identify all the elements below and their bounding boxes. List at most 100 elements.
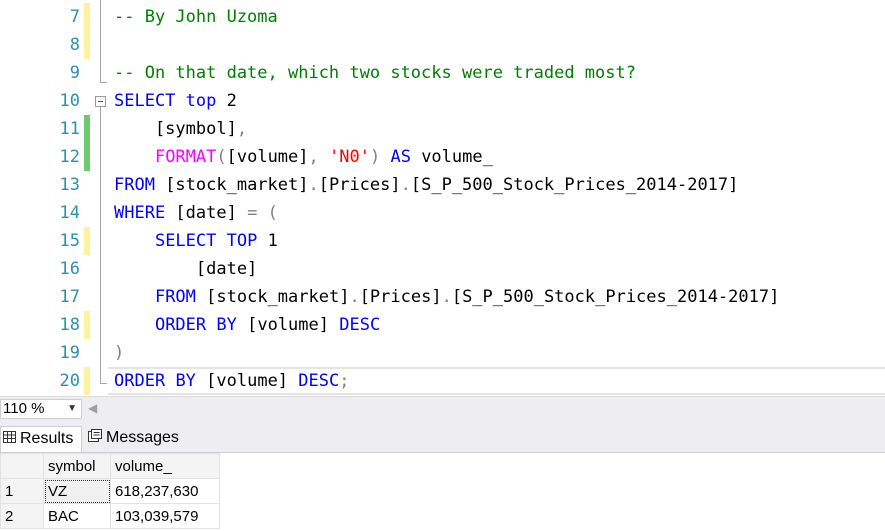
change-marker xyxy=(84,3,90,31)
query-editor[interactable]: 7 8 9 10 11 12 13 14 15 16 17 18 19 20 -- By John Uzo… xyxy=(0,0,885,396)
line-number: 14 xyxy=(59,203,80,223)
code-token: . xyxy=(308,175,319,195)
code-token: TOP xyxy=(226,231,258,251)
table-row: 1 VZ 618,237,630 xyxy=(0,478,220,504)
code-token: FORMAT xyxy=(154,147,217,167)
line-number: 9 xyxy=(69,63,80,83)
code-token: ORDER xyxy=(154,315,207,335)
code-token: DESC xyxy=(298,371,340,391)
collapse-icon[interactable] xyxy=(95,96,106,107)
code-token: SELECT xyxy=(114,91,176,111)
fold-guide-end xyxy=(100,383,107,384)
code-line[interactable]: ) xyxy=(114,339,124,367)
change-marker xyxy=(84,367,90,395)
corner-cell[interactable] xyxy=(0,453,44,479)
change-marker xyxy=(84,115,90,143)
zoom-dropdown[interactable]: 110 % ▼ xyxy=(0,399,82,419)
code-token: [date] xyxy=(114,259,258,279)
code-token: [stock_market] xyxy=(154,175,309,195)
code-token: ORDER xyxy=(114,371,166,391)
fold-guide-top xyxy=(100,0,101,82)
editor-status-strip: 110 % ▼ ◀ xyxy=(0,396,885,422)
cell-symbol[interactable]: VZ xyxy=(43,478,111,504)
code-token: [Prices] xyxy=(359,287,442,307)
code-token: 1 xyxy=(257,231,278,251)
code-token: -- On that date, which two stocks were t… xyxy=(114,63,636,83)
code-token: . xyxy=(400,175,411,195)
code-token: ; xyxy=(339,371,350,391)
code-line[interactable]: SELECT top 2 xyxy=(114,87,237,115)
code-token: , xyxy=(308,147,319,167)
code-token: WHERE xyxy=(114,203,166,223)
code-token: FROM xyxy=(154,287,196,307)
cell-volume[interactable]: 618,237,630 xyxy=(110,478,220,504)
code-token: ( xyxy=(267,203,278,223)
column-header-symbol[interactable]: symbol xyxy=(43,453,111,479)
code-token: ) xyxy=(114,343,125,363)
line-number: 11 xyxy=(59,119,80,139)
table-row: 2 BAC 103,039,579 xyxy=(0,503,220,529)
line-number: 10 xyxy=(59,91,80,111)
results-grid[interactable]: symbol volume_ 1 VZ 618,237,630 2 BAC 10… xyxy=(0,453,885,531)
line-number: 18 xyxy=(59,315,80,335)
chevron-down-icon[interactable]: ▼ xyxy=(67,400,77,418)
code-token: [volume] xyxy=(195,371,299,391)
code-line[interactable]: [date] xyxy=(114,255,257,283)
results-table: symbol volume_ 1 VZ 618,237,630 2 BAC 10… xyxy=(0,453,220,529)
code-token: ) xyxy=(369,147,381,167)
change-marker xyxy=(84,227,90,255)
line-number: 7 xyxy=(69,7,80,27)
code-token: FROM xyxy=(114,175,155,195)
code-token: . xyxy=(349,287,360,307)
code-line[interactable]: SELECT TOP 1 xyxy=(114,227,278,255)
code-token: BY xyxy=(175,371,196,391)
code-line[interactable]: FROM [stock_market].[Prices].[S_P_500_St… xyxy=(114,283,779,311)
fold-guide-top-end xyxy=(100,82,107,83)
tab-messages-label: Messages xyxy=(106,429,179,447)
code-line[interactable]: ORDER BY [volume] DESC xyxy=(114,311,380,339)
header-row: symbol volume_ xyxy=(0,453,220,479)
code-line[interactable]: [symbol], xyxy=(114,115,247,143)
code-line[interactable]: -- On that date, which two stocks were t… xyxy=(114,59,636,87)
line-number-gutter: 7 8 9 10 11 12 13 14 15 16 17 18 19 20 xyxy=(0,0,82,396)
code-token: [volume] xyxy=(236,315,340,335)
code-token: [volume] xyxy=(226,147,309,167)
tab-results[interactable]: Results xyxy=(0,426,82,452)
tab-messages[interactable]: Messages xyxy=(86,426,190,452)
column-header-volume[interactable]: volume_ xyxy=(110,453,220,479)
code-line[interactable]: FORMAT([volume], 'N0') AS volume_ xyxy=(114,143,493,171)
code-token: [S_P_500_Stock_Prices_2014-2017] xyxy=(451,287,780,307)
code-line[interactable]: ORDER BY [volume] DESC; xyxy=(114,367,349,395)
code-token: DESC xyxy=(339,315,381,335)
code-token: top xyxy=(185,91,217,111)
code-token: 2 xyxy=(216,91,237,111)
code-token: BY xyxy=(216,315,237,335)
code-token: [symbol] xyxy=(114,119,237,139)
results-tab-strip: Results Messages xyxy=(0,422,885,453)
cell-symbol[interactable]: BAC xyxy=(43,503,111,529)
code-token: = xyxy=(247,203,258,223)
code-line[interactable]: -- By John Uzoma xyxy=(114,3,278,31)
change-marker xyxy=(84,311,90,339)
line-number: 13 xyxy=(59,175,80,195)
row-number[interactable]: 1 xyxy=(0,478,44,504)
code-line[interactable]: FROM [stock_market].[Prices].[S_P_500_St… xyxy=(114,171,738,199)
code-token: AS xyxy=(390,147,411,167)
line-number: 17 xyxy=(59,287,80,307)
line-number: 19 xyxy=(59,343,80,363)
code-line[interactable]: WHERE [date] = ( xyxy=(114,199,278,227)
code-token: ( xyxy=(216,147,227,167)
code-token: [stock_market] xyxy=(195,287,350,307)
cell-volume[interactable]: 103,039,579 xyxy=(110,503,220,529)
change-marker xyxy=(84,31,90,59)
row-number[interactable]: 2 xyxy=(0,503,44,529)
scroll-left-icon[interactable]: ◀ xyxy=(88,401,97,415)
code-token: . xyxy=(441,287,452,307)
code-token: volume_ xyxy=(410,147,493,167)
